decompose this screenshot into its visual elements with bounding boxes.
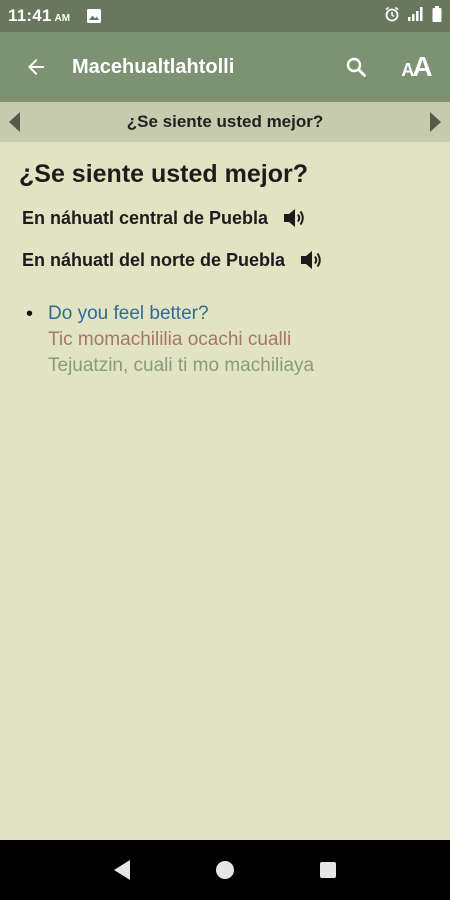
audio-label-central: En náhuatl central de Puebla — [22, 207, 269, 228]
phrase-nav-title: ¿Se siente usted mejor? — [126, 112, 324, 131]
font-size-big-glyph: A — [412, 51, 433, 82]
status-left: 11:41 AM — [8, 6, 102, 26]
next-phrase-button[interactable] — [420, 102, 450, 142]
app-bar: Macehualtlahtolli A A — [0, 32, 450, 102]
status-bar: 11:41 AM — [0, 0, 450, 32]
translation-lines: Do you feel better? Tic momachililia oca… — [48, 301, 314, 379]
speaker-icon[interactable] — [282, 206, 308, 230]
search-icon — [346, 57, 366, 77]
translation-english: Do you feel better? — [48, 303, 209, 324]
translation-north-puebla: Tejuatzin, cuali ti mo machiliaya — [48, 355, 315, 376]
audio-central-puebla[interactable]: En náhuatl central de Puebla — [22, 199, 428, 237]
triangle-left-icon — [9, 112, 20, 132]
recents-square-icon — [320, 862, 337, 878]
translation-list-item: • Do you feel better? Tic momachililia o… — [22, 301, 428, 379]
app-title: Macehualtlahtolli — [72, 55, 235, 78]
arrow-left-icon — [28, 59, 44, 75]
system-nav-bar — [0, 840, 450, 900]
home-circle-icon — [215, 861, 234, 879]
bullet: • — [26, 303, 34, 325]
search-button[interactable] — [328, 32, 384, 102]
translation-central-puebla: Tic momachililia ocachi cualli — [48, 329, 292, 350]
font-size-icon: A A — [401, 53, 432, 81]
image-notification-icon — [86, 8, 102, 24]
system-back-button[interactable] — [92, 840, 152, 900]
alarm-icon — [384, 6, 400, 27]
system-home-button[interactable] — [195, 840, 255, 900]
back-triangle-icon — [113, 860, 130, 880]
font-size-button[interactable]: A A — [384, 32, 450, 102]
phrase-nav-bar: ¿Se siente usted mejor? — [0, 102, 450, 142]
audio-label-north: En náhuatl del norte de Puebla — [22, 249, 286, 270]
previous-phrase-button[interactable] — [0, 102, 30, 142]
phrase-content: ¿Se siente usted mejor? En náhuatl centr… — [0, 142, 450, 840]
status-ampm: AM — [54, 12, 71, 24]
audio-north-puebla[interactable]: En náhuatl del norte de Puebla — [22, 241, 428, 279]
system-recents-button[interactable] — [298, 840, 358, 900]
status-time: 11:41 — [8, 6, 52, 25]
phrase-heading: ¿Se siente usted mejor? — [19, 160, 308, 188]
battery-icon — [432, 5, 442, 27]
triangle-right-icon — [430, 112, 441, 132]
speaker-icon[interactable] — [299, 248, 325, 272]
status-right — [384, 5, 442, 27]
signal-icon — [407, 6, 425, 26]
back-button[interactable] — [0, 32, 72, 102]
